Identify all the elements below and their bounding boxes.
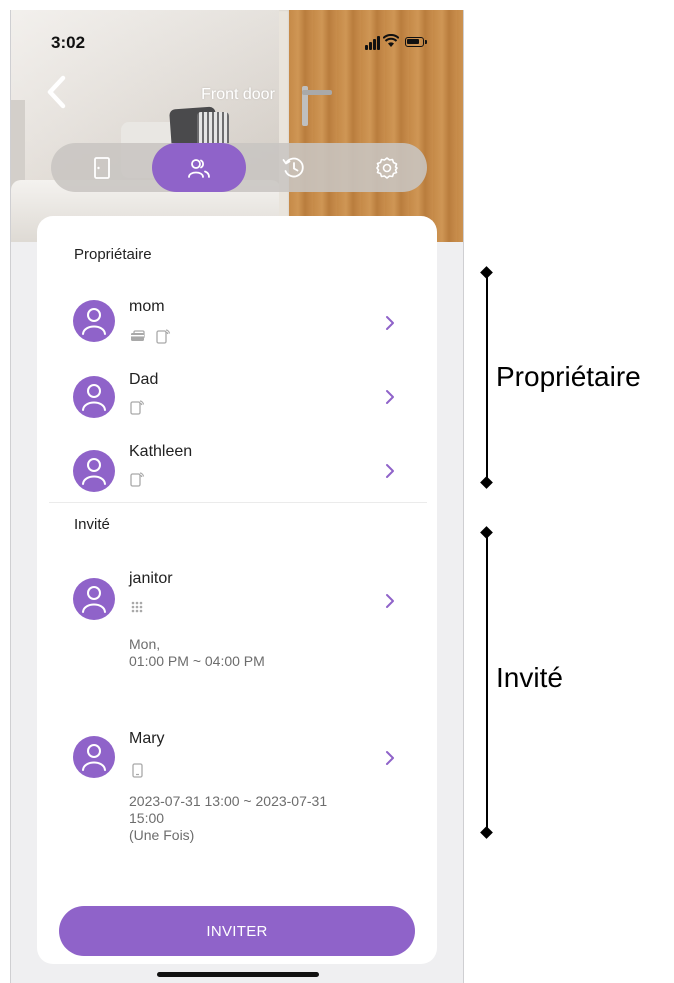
status-time: 3:02 (51, 33, 86, 52)
avatar (73, 376, 115, 418)
chevron-right-icon (383, 388, 397, 406)
phone-nfc-icon (130, 472, 145, 487)
credential-icons (129, 471, 145, 487)
battery-tip (425, 40, 427, 44)
avatar (73, 578, 115, 620)
phone-nfc-icon (130, 400, 145, 415)
person-icon (82, 308, 106, 335)
door-icon (94, 156, 110, 179)
battery-icon (405, 37, 424, 47)
tab-settings[interactable] (340, 143, 434, 192)
person-icon (82, 586, 106, 613)
credential-icons (129, 399, 145, 415)
guests-annotation-label: Invité (496, 662, 563, 693)
owners-annotation-label: Propriétaire (496, 361, 641, 392)
wifi-icon (382, 34, 400, 51)
chevron-right-icon (383, 314, 397, 332)
section-divider (49, 502, 427, 503)
user-name: Dad (129, 371, 159, 388)
access-schedule: 2023-07-31 13:00 ~ 2023-07-31 15:00 (Une… (129, 793, 328, 843)
history-icon (282, 157, 304, 177)
guest-row-mary[interactable]: Mary 2023-07-31 13:00 ~ 2023-07-31 15:00… (37, 716, 437, 866)
user-name: mom (129, 298, 165, 315)
status-icons (365, 34, 445, 50)
chevron-right-icon (383, 749, 397, 767)
person-icon (82, 458, 106, 485)
members-card: Propriétaire mom Dad Kathleen Invité jan… (37, 216, 437, 964)
chevron-right-icon (383, 592, 397, 610)
phone-screen: 3:02 Front door Propriétaire mom Dad Kat… (10, 10, 464, 983)
page-title: Front door (201, 86, 275, 103)
guests-section-title: Invité (74, 516, 110, 533)
card-icon (131, 330, 145, 341)
gear-icon (376, 156, 398, 179)
owner-row-dad[interactable]: Dad (37, 358, 437, 422)
owner-row-kathleen[interactable]: Kathleen (37, 428, 437, 494)
credential-icons (129, 762, 145, 778)
guests-bracket-line (486, 534, 488, 832)
guests-bracket-bottom (480, 826, 493, 839)
tab-bar (51, 143, 427, 192)
owners-section-title: Propriétaire (74, 246, 152, 263)
credential-icons (129, 328, 171, 344)
access-schedule: Mon, 01:00 PM ~ 04:00 PM (129, 636, 265, 669)
user-name: Kathleen (129, 443, 193, 460)
tab-history[interactable] (247, 143, 341, 192)
phone-nfc-icon (156, 329, 171, 344)
avatar (73, 300, 115, 342)
owners-bracket-top (480, 266, 493, 279)
owner-row-mom[interactable]: mom (37, 286, 437, 350)
tab-door[interactable] (55, 143, 149, 192)
back-button[interactable] (41, 72, 73, 112)
phone-icon (132, 763, 143, 778)
chevron-right-icon (383, 462, 397, 480)
home-indicator (157, 972, 319, 977)
users-icon (188, 158, 210, 178)
person-icon (82, 384, 106, 411)
user-name: janitor (129, 570, 173, 587)
invite-button[interactable]: INVITER (59, 906, 415, 956)
avatar (73, 736, 115, 778)
guests-bracket-top (480, 526, 493, 539)
chevron-left-icon (47, 75, 66, 109)
credential-icons (129, 599, 145, 615)
owners-bracket-bottom (480, 476, 493, 489)
user-name: Mary (129, 730, 165, 747)
avatar (73, 450, 115, 492)
person-icon (82, 744, 106, 771)
keypad-icon (131, 601, 143, 613)
tab-users[interactable] (152, 143, 246, 192)
owners-bracket-line (486, 274, 488, 482)
guest-row-janitor[interactable]: janitor Mon, 01:00 PM ~ 04:00 PM (37, 556, 437, 686)
